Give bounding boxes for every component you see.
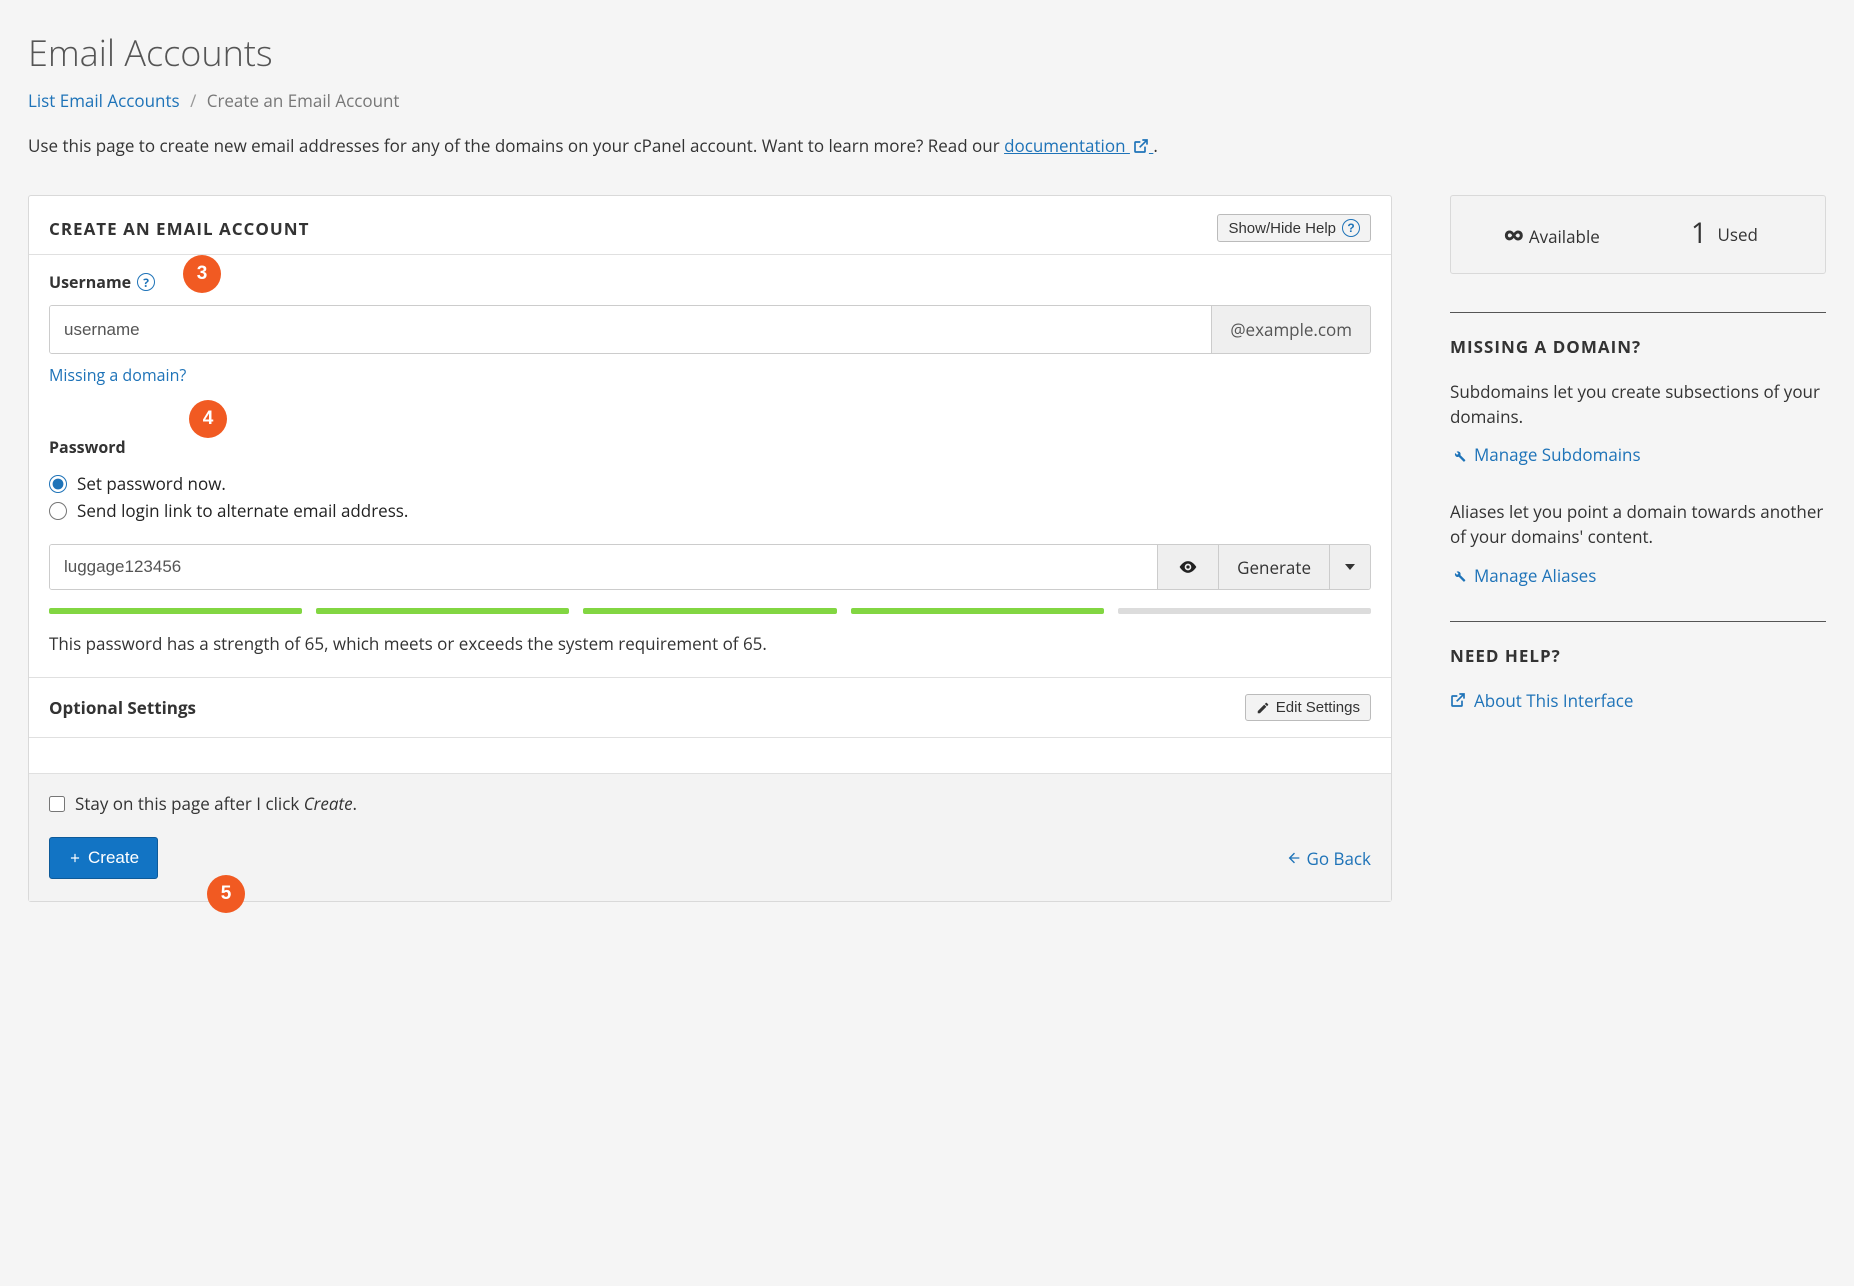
quota-card: ∞ Available 1 Used — [1450, 195, 1826, 274]
page-title: Email Accounts — [28, 28, 1826, 77]
password-input[interactable] — [50, 545, 1157, 589]
go-back-link[interactable]: Go Back — [1286, 847, 1371, 870]
wrench-icon — [1450, 447, 1466, 463]
go-back-label: Go Back — [1306, 847, 1371, 870]
username-label: Username ? — [49, 271, 155, 293]
intro-post: . — [1153, 134, 1157, 157]
breadcrumb-separator: / — [190, 89, 196, 112]
password-label: Password — [49, 436, 126, 458]
manage-aliases-label: Manage Aliases — [1474, 564, 1596, 587]
card-footer: Stay on this page after I click Create. … — [29, 773, 1391, 901]
password-visibility-toggle[interactable] — [1157, 545, 1218, 589]
username-input-group: @example.com — [49, 305, 1371, 354]
stay-on-page-checkbox[interactable] — [49, 796, 65, 812]
password-input-group: Generate — [49, 544, 1371, 590]
password-now-label: Set password now. — [77, 472, 226, 495]
create-account-card: CREATE AN EMAIL ACCOUNT Show/Hide Help ?… — [28, 195, 1392, 902]
manage-subdomains-link[interactable]: Manage Subdomains — [1450, 443, 1641, 466]
side-divider — [1450, 621, 1826, 622]
show-hide-help-button[interactable]: Show/Hide Help ? — [1217, 214, 1371, 242]
password-send-label: Send login link to alternate email addre… — [77, 499, 408, 522]
username-input[interactable] — [50, 306, 1211, 353]
stay-on-page-label: Stay on this page after I click Create. — [75, 792, 357, 815]
create-button[interactable]: Create — [49, 837, 158, 879]
documentation-link-text: documentation — [1004, 134, 1125, 157]
used-number: 1 — [1691, 214, 1707, 252]
side-divider — [1450, 312, 1826, 313]
external-link-icon — [1133, 136, 1149, 159]
password-now-radio-row[interactable]: Set password now. — [49, 472, 1371, 495]
password-send-radio-row[interactable]: Send login link to alternate email addre… — [49, 499, 1371, 522]
password-section: 4 Password Set password now. Send login … — [29, 408, 1391, 677]
available-stat: ∞ Available — [1465, 214, 1638, 255]
optional-settings-label: Optional Settings — [49, 696, 196, 719]
pencil-icon — [1256, 701, 1270, 715]
intro-pre: Use this page to create new email addres… — [28, 134, 1004, 157]
alias-text: Aliases let you point a domain towards a… — [1450, 500, 1826, 549]
documentation-link[interactable]: documentation — [1004, 134, 1153, 157]
manage-subdomains-label: Manage Subdomains — [1474, 443, 1641, 466]
need-help-title: NEED HELP? — [1450, 644, 1826, 667]
used-stat: 1 Used — [1638, 214, 1811, 255]
annotation-badge-5: 5 — [207, 875, 245, 913]
stay-on-page-row[interactable]: Stay on this page after I click Create. — [49, 792, 1371, 815]
generate-password-button[interactable]: Generate — [1218, 545, 1329, 589]
annotation-badge-4: 4 — [189, 400, 227, 438]
breadcrumb-current: Create an Email Account — [207, 89, 400, 112]
wrench-icon — [1450, 567, 1466, 583]
plus-icon — [68, 851, 82, 865]
breadcrumb: List Email Accounts / Create an Email Ac… — [28, 89, 1826, 112]
password-now-radio[interactable] — [49, 475, 67, 493]
subdomain-text: Subdomains let you create subsections of… — [1450, 380, 1826, 429]
password-strength-text: This password has a strength of 65, whic… — [49, 632, 1371, 655]
create-button-label: Create — [88, 848, 139, 868]
strength-seg — [583, 608, 836, 614]
card-title: CREATE AN EMAIL ACCOUNT — [49, 217, 309, 240]
help-icon: ? — [1342, 219, 1360, 237]
show-hide-help-label: Show/Hide Help — [1228, 220, 1336, 237]
optional-settings-row: Optional Settings Edit Settings — [29, 678, 1391, 737]
password-strength-bar — [49, 608, 1371, 614]
available-label: Available — [1529, 225, 1600, 248]
caret-down-icon — [1344, 561, 1356, 573]
used-label: Used — [1717, 223, 1757, 246]
external-link-icon — [1450, 692, 1466, 708]
strength-seg — [49, 608, 302, 614]
manage-aliases-link[interactable]: Manage Aliases — [1450, 564, 1596, 587]
eye-icon — [1176, 557, 1200, 577]
edit-settings-button[interactable]: Edit Settings — [1245, 694, 1371, 721]
breadcrumb-list-link[interactable]: List Email Accounts — [28, 89, 180, 112]
annotation-badge-3: 3 — [183, 255, 221, 293]
username-help-icon[interactable]: ? — [137, 273, 155, 291]
arrow-left-icon — [1286, 850, 1302, 866]
intro-text: Use this page to create new email addres… — [28, 134, 1826, 159]
password-send-radio[interactable] — [49, 502, 67, 520]
strength-seg — [1118, 608, 1371, 614]
username-section: 3 Username ? @example.com Missing a doma… — [29, 255, 1391, 408]
infinity-icon: ∞ — [1503, 214, 1524, 255]
strength-seg — [851, 608, 1104, 614]
missing-domain-link[interactable]: Missing a domain? — [49, 364, 186, 386]
about-interface-link[interactable]: About This Interface — [1450, 689, 1633, 712]
missing-domain-title: MISSING A DOMAIN? — [1450, 335, 1826, 358]
generate-dropdown-button[interactable] — [1329, 545, 1370, 589]
strength-seg — [316, 608, 569, 614]
username-domain-addon: @example.com — [1211, 306, 1370, 353]
about-interface-label: About This Interface — [1474, 689, 1633, 712]
